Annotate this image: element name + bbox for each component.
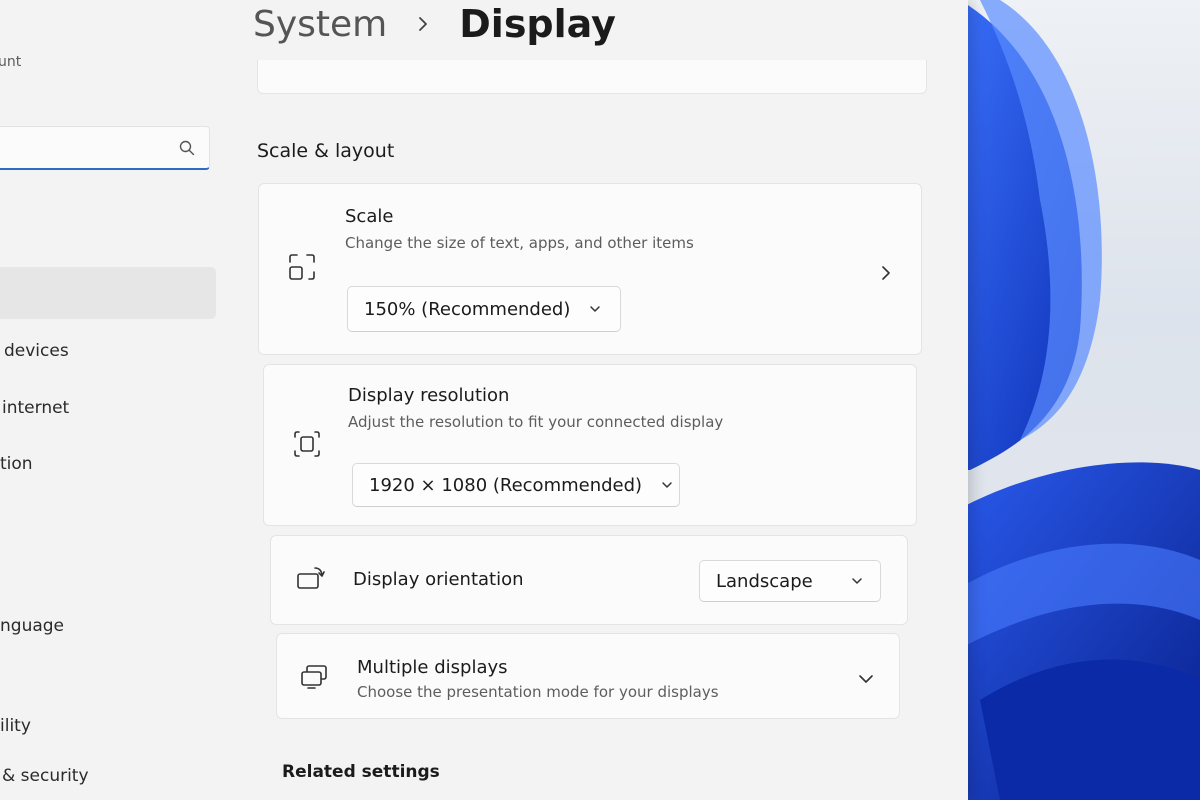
settings-search-box[interactable]	[0, 126, 210, 170]
multiple-displays-icon	[301, 665, 327, 689]
resolution-title: Display resolution	[348, 385, 510, 406]
chevron-down-icon	[590, 306, 601, 312]
resolution-dropdown[interactable]: 1920 × 1080 (Recommended)	[352, 463, 680, 507]
chevron-right-icon[interactable]	[877, 264, 895, 282]
display-orientation-card: Display orientation Landscape	[270, 535, 908, 625]
desktop-wallpaper	[940, 0, 1200, 800]
scale-card[interactable]: Scale Change the size of text, apps, and…	[258, 183, 922, 355]
navigation-pane: unt devices internet tion nguage ility &…	[0, 0, 230, 800]
nav-item-network-internet[interactable]: internet	[2, 398, 69, 418]
breadcrumb: System Display	[253, 0, 616, 52]
display-resolution-card: Display resolution Adjust the resolution…	[263, 364, 917, 526]
resolution-dropdown-value: 1920 × 1080 (Recommended)	[369, 474, 643, 496]
chevron-down-icon[interactable]	[857, 670, 875, 688]
orientation-dropdown-value: Landscape	[716, 570, 813, 592]
page-title: Display	[459, 2, 616, 46]
scale-title: Scale	[345, 206, 394, 227]
nav-item-system-selected[interactable]	[0, 267, 216, 319]
section-title-related-settings: Related settings	[282, 762, 440, 782]
multiple-displays-description: Choose the presentation mode for your di…	[357, 683, 719, 701]
scale-dropdown[interactable]: 150% (Recommended)	[347, 286, 621, 332]
resolution-icon	[294, 431, 320, 457]
nav-item-accessibility[interactable]: ility	[0, 716, 31, 736]
section-title-scale-layout: Scale & layout	[257, 140, 395, 162]
previous-settings-card	[257, 60, 927, 94]
nav-item-bluetooth-devices[interactable]: devices	[4, 341, 69, 361]
orientation-title: Display orientation	[353, 569, 524, 590]
nav-item-personalization[interactable]: tion	[0, 454, 33, 474]
settings-window: unt devices internet tion nguage ility &…	[0, 0, 968, 800]
wallpaper-bloom-graphic	[940, 0, 1200, 800]
scale-dropdown-value: 150% (Recommended)	[364, 298, 571, 320]
multiple-displays-card[interactable]: Multiple displays Choose the presentatio…	[276, 633, 900, 719]
chevron-down-icon	[662, 482, 672, 488]
search-icon	[179, 140, 195, 156]
multiple-displays-title: Multiple displays	[357, 657, 508, 678]
account-label: unt	[0, 54, 22, 70]
nav-item-time-language[interactable]: nguage	[0, 616, 64, 636]
nav-item-privacy-security[interactable]: & security	[2, 766, 89, 786]
breadcrumb-system[interactable]: System	[253, 4, 387, 45]
orientation-dropdown[interactable]: Landscape	[699, 560, 881, 602]
scale-description: Change the size of text, apps, and other…	[345, 234, 694, 252]
resolution-description: Adjust the resolution to fit your connec…	[348, 413, 724, 431]
scale-icon	[289, 254, 315, 280]
orientation-icon	[297, 567, 325, 589]
chevron-down-icon	[852, 578, 862, 584]
chevron-right-icon	[419, 17, 428, 31]
